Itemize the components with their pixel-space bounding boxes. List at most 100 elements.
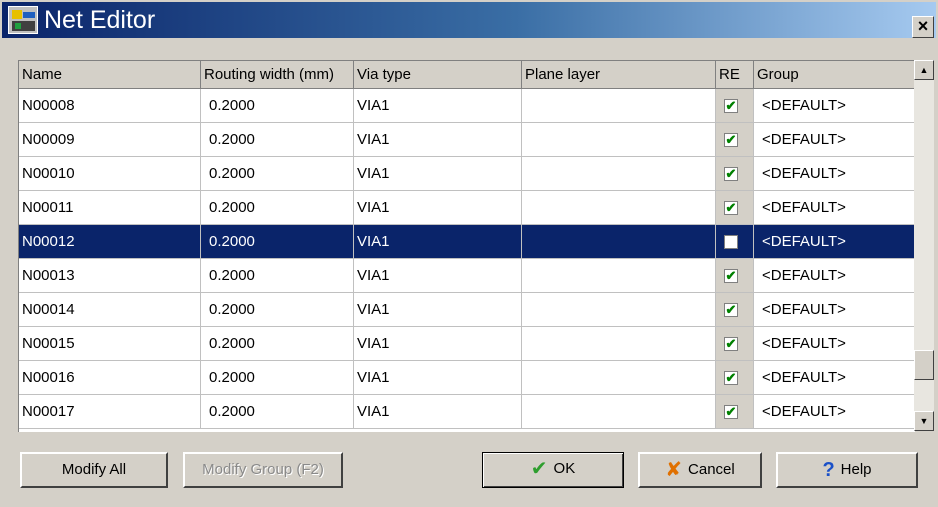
- app-icon: [8, 6, 38, 34]
- cell-re: ✔: [716, 191, 754, 225]
- cell-group[interactable]: <DEFAULT>: [754, 395, 915, 429]
- cell-name[interactable]: N00017: [19, 395, 201, 429]
- modify-all-button[interactable]: Modify All: [20, 452, 168, 488]
- cell-routing-width[interactable]: 0.2000: [201, 225, 354, 259]
- cell-name[interactable]: N00012: [19, 225, 201, 259]
- cell-re: ✔: [716, 123, 754, 157]
- column-header-routing-width[interactable]: Routing width (mm): [201, 61, 354, 89]
- re-checkbox[interactable]: ✔: [724, 99, 738, 113]
- modify-group-button[interactable]: Modify Group (F2): [183, 452, 343, 488]
- cell-routing-width[interactable]: 0.2000: [201, 191, 354, 225]
- table-row[interactable]: N00015 0.2000 VIA1 ✔ <DEFAULT>: [19, 327, 915, 361]
- cell-group[interactable]: <DEFAULT>: [754, 259, 915, 293]
- cell-re: ✔: [716, 293, 754, 327]
- cell-routing-width[interactable]: 0.2000: [201, 361, 354, 395]
- scroll-down-button[interactable]: ▼: [914, 411, 934, 431]
- cell-name[interactable]: N00014: [19, 293, 201, 327]
- cell-routing-width[interactable]: 0.2000: [201, 157, 354, 191]
- cell-routing-width[interactable]: 0.2000: [201, 293, 354, 327]
- re-checkbox[interactable]: ✔: [724, 371, 738, 385]
- table-row[interactable]: N00011 0.2000 VIA1 ✔ <DEFAULT>: [19, 191, 915, 225]
- table-row[interactable]: N00017 0.2000 VIA1 ✔ <DEFAULT>: [19, 395, 915, 429]
- cell-plane-layer[interactable]: [522, 259, 716, 293]
- table-row[interactable]: N00008 0.2000 VIA1 ✔ <DEFAULT>: [19, 89, 915, 123]
- scroll-thumb[interactable]: [914, 350, 934, 380]
- cell-via-type[interactable]: VIA1: [354, 327, 522, 361]
- cancel-button[interactable]: ✘ Cancel: [638, 452, 762, 488]
- cell-group[interactable]: <DEFAULT>: [754, 89, 915, 123]
- arrow-up-icon: ▲: [919, 65, 929, 75]
- cell-via-type[interactable]: VIA1: [354, 89, 522, 123]
- cancel-label: Cancel: [688, 461, 735, 478]
- cell-re: ✔: [716, 89, 754, 123]
- close-button[interactable]: ×: [912, 16, 934, 38]
- cell-group[interactable]: <DEFAULT>: [754, 123, 915, 157]
- cell-plane-layer[interactable]: [522, 327, 716, 361]
- re-checkbox[interactable]: ✔: [724, 201, 738, 215]
- cell-via-type[interactable]: VIA1: [354, 123, 522, 157]
- cell-re: ✔: [716, 361, 754, 395]
- cell-name[interactable]: N00015: [19, 327, 201, 361]
- table-row[interactable]: N00013 0.2000 VIA1 ✔ <DEFAULT>: [19, 259, 915, 293]
- re-checkbox[interactable]: ✔: [724, 269, 738, 283]
- modify-all-label: Modify All: [61, 461, 127, 478]
- cell-plane-layer[interactable]: [522, 361, 716, 395]
- cell-group[interactable]: <DEFAULT>: [754, 327, 915, 361]
- cell-plane-layer[interactable]: [522, 89, 716, 123]
- cell-via-type[interactable]: VIA1: [354, 157, 522, 191]
- cell-group[interactable]: <DEFAULT>: [754, 191, 915, 225]
- table-row[interactable]: N00010 0.2000 VIA1 ✔ <DEFAULT>: [19, 157, 915, 191]
- column-header-name[interactable]: Name: [19, 61, 201, 89]
- column-header-group[interactable]: Group: [754, 61, 915, 89]
- cell-via-type[interactable]: VIA1: [354, 259, 522, 293]
- table-row[interactable]: N00016 0.2000 VIA1 ✔ <DEFAULT>: [19, 361, 915, 395]
- table-row[interactable]: N00012 0.2000 VIA1 <DEFAULT>: [19, 225, 915, 259]
- cell-group[interactable]: <DEFAULT>: [754, 157, 915, 191]
- cell-name[interactable]: N00010: [19, 157, 201, 191]
- cell-via-type[interactable]: VIA1: [354, 225, 522, 259]
- cell-routing-width[interactable]: 0.2000: [201, 89, 354, 123]
- cell-routing-width[interactable]: 0.2000: [201, 123, 354, 157]
- cell-plane-layer[interactable]: [522, 225, 716, 259]
- cell-re: ✔: [716, 259, 754, 293]
- re-checkbox[interactable]: ✔: [724, 167, 738, 181]
- scroll-up-button[interactable]: ▲: [914, 60, 934, 80]
- cell-group[interactable]: <DEFAULT>: [754, 293, 915, 327]
- cell-plane-layer[interactable]: [522, 157, 716, 191]
- table-row[interactable]: N00009 0.2000 VIA1 ✔ <DEFAULT>: [19, 123, 915, 157]
- re-checkbox[interactable]: ✔: [724, 303, 738, 317]
- cell-name[interactable]: N00013: [19, 259, 201, 293]
- net-table[interactable]: Name Routing width (mm) Via type Plane l…: [18, 60, 915, 432]
- cell-name[interactable]: N00011: [19, 191, 201, 225]
- column-header-via-type[interactable]: Via type: [354, 61, 522, 89]
- cell-plane-layer[interactable]: [522, 293, 716, 327]
- cell-via-type[interactable]: VIA1: [354, 361, 522, 395]
- cell-name[interactable]: N00008: [19, 89, 201, 123]
- column-header-re[interactable]: RE: [716, 61, 754, 89]
- vertical-scrollbar[interactable]: ▲ ▼: [914, 60, 934, 431]
- table-row[interactable]: N00014 0.2000 VIA1 ✔ <DEFAULT>: [19, 293, 915, 327]
- cell-plane-layer[interactable]: [522, 123, 716, 157]
- cell-group[interactable]: <DEFAULT>: [754, 225, 915, 259]
- re-checkbox[interactable]: [724, 235, 738, 249]
- cell-plane-layer[interactable]: [522, 395, 716, 429]
- cell-routing-width[interactable]: 0.2000: [201, 395, 354, 429]
- re-checkbox[interactable]: ✔: [724, 405, 738, 419]
- cell-routing-width[interactable]: 0.2000: [201, 327, 354, 361]
- cell-re: ✔: [716, 395, 754, 429]
- cell-name[interactable]: N00009: [19, 123, 201, 157]
- cell-plane-layer[interactable]: [522, 191, 716, 225]
- cell-via-type[interactable]: VIA1: [354, 293, 522, 327]
- re-checkbox[interactable]: ✔: [724, 337, 738, 351]
- ok-button[interactable]: ✔ OK: [482, 452, 624, 488]
- cell-via-type[interactable]: VIA1: [354, 395, 522, 429]
- cell-routing-width[interactable]: 0.2000: [201, 259, 354, 293]
- re-checkbox[interactable]: ✔: [724, 133, 738, 147]
- column-header-plane-layer[interactable]: Plane layer: [522, 61, 716, 89]
- cell-via-type[interactable]: VIA1: [354, 191, 522, 225]
- title-bar[interactable]: Net Editor ×: [2, 2, 936, 38]
- help-button[interactable]: ? Help: [776, 452, 918, 488]
- cell-group[interactable]: <DEFAULT>: [754, 361, 915, 395]
- cancel-x-icon: ✘: [665, 459, 683, 482]
- cell-name[interactable]: N00016: [19, 361, 201, 395]
